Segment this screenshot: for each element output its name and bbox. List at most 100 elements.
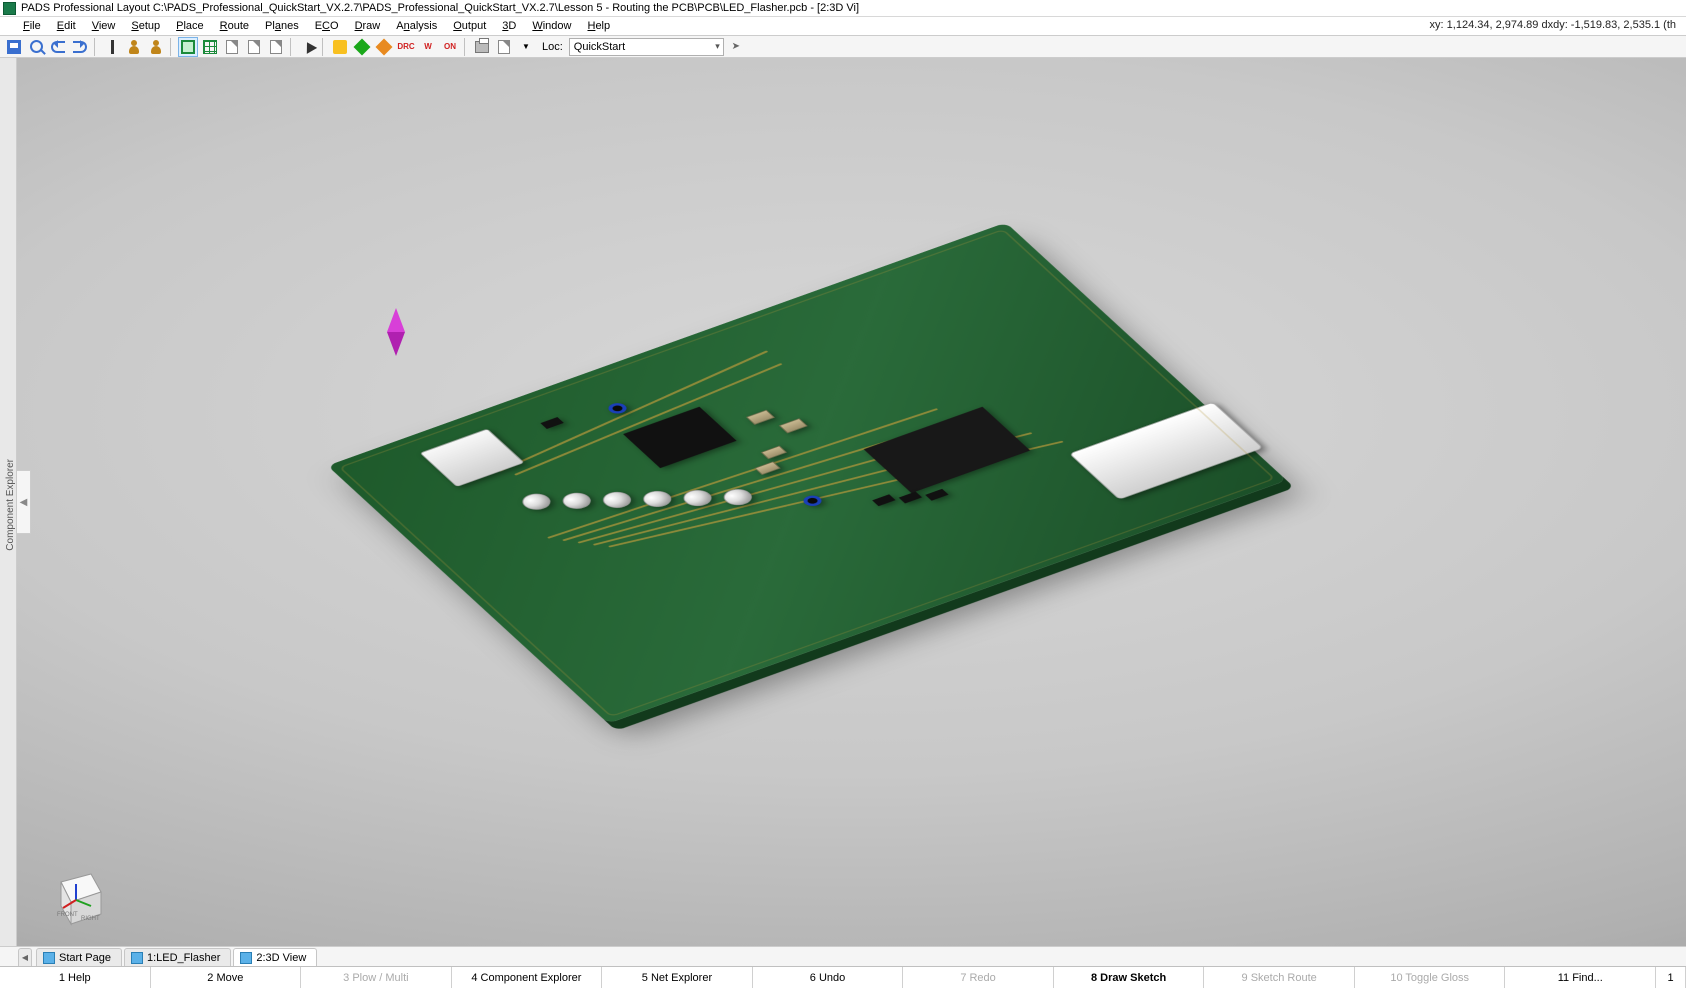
fkey-6-undo[interactable]: 6 Undo — [753, 967, 904, 988]
tab-start-page[interactable]: Start Page — [36, 948, 122, 966]
toolbar-separator — [464, 38, 468, 56]
pointer-icon — [302, 40, 314, 54]
coordinate-readout: xy: 1,124.34, 2,974.89 dxdy: -1,519.83, … — [1426, 18, 1680, 32]
drc-pass-button[interactable] — [352, 37, 372, 57]
drc-off-button[interactable]: DRC — [396, 37, 416, 57]
app-icon — [3, 2, 16, 15]
drc-w-icon: W — [420, 41, 436, 53]
copy-button[interactable] — [222, 37, 242, 57]
led-3d — [598, 489, 637, 511]
title-bar: PADS Professional Layout C:\PADS_Profess… — [0, 0, 1686, 17]
side-tab-label: Component Explorer — [5, 455, 16, 555]
tab-icon — [240, 952, 252, 964]
report-icon — [498, 40, 510, 54]
undo-button[interactable] — [48, 37, 68, 57]
menu-eco[interactable]: ECO — [307, 18, 347, 34]
location-combo[interactable]: QuickStart — [569, 38, 724, 56]
align-left-icon — [248, 40, 260, 54]
toolbar-separator — [94, 38, 98, 56]
tab-icon — [131, 952, 143, 964]
component-explorer-tab[interactable]: Component Explorer — [0, 58, 17, 946]
print-button[interactable] — [472, 37, 492, 57]
find-button[interactable] — [26, 37, 46, 57]
capacitor-3d — [755, 461, 781, 474]
menu-edit[interactable]: Edit — [49, 18, 84, 34]
menu-place[interactable]: Place — [168, 18, 212, 34]
fkey-8-draw-sketch[interactable]: 8 Draw Sketch — [1054, 967, 1205, 988]
part-icon — [128, 40, 140, 54]
grid-icon — [203, 40, 217, 54]
report-dropdown-button[interactable]: ▼ — [516, 37, 536, 57]
left-expand-flap[interactable] — [17, 470, 31, 534]
tab-label: 2:3D View — [256, 952, 306, 964]
menu-view[interactable]: View — [84, 18, 124, 34]
location-value: QuickStart — [574, 41, 625, 53]
tab-scroll-left-button[interactable] — [18, 948, 32, 966]
place-part-add-button[interactable] — [146, 37, 166, 57]
axis-orientation-cube-icon[interactable]: FRONT RIGHT — [41, 862, 111, 932]
resistor-3d — [899, 492, 922, 504]
find-icon — [30, 40, 43, 53]
resistor-3d — [925, 489, 948, 501]
drc-warn-button[interactable] — [374, 37, 394, 57]
orange-diamond-icon — [376, 38, 393, 55]
drc-off-icon: DRC — [398, 41, 414, 53]
print-icon — [475, 41, 489, 53]
fkey-4-component-explorer[interactable]: 4 Component Explorer — [452, 967, 603, 988]
mounting-hole-icon — [800, 494, 825, 508]
canvas-3d[interactable]: FRONT RIGHT — [17, 58, 1686, 946]
fkey-9-sketch-route[interactable]: 9 Sketch Route — [1204, 967, 1355, 988]
menu-file[interactable]: File — [15, 18, 49, 34]
fkey-10-toggle-gloss[interactable]: 10 Toggle Gloss — [1355, 967, 1506, 988]
mounting-hole-icon — [605, 401, 630, 415]
redo-icon — [73, 41, 87, 53]
fkey-1-help[interactable]: 1 Help — [0, 967, 151, 988]
led-3d — [638, 488, 677, 510]
window-title: PADS Professional Layout C:\PADS_Profess… — [21, 2, 859, 14]
go-icon: ➤ — [732, 41, 740, 52]
menu-window[interactable]: Window — [524, 18, 579, 34]
tab-3d-view[interactable]: 2:3D View — [233, 948, 317, 966]
axis-right-label: RIGHT — [81, 916, 100, 922]
tab-icon — [43, 952, 55, 964]
menu-setup[interactable]: Setup — [123, 18, 168, 34]
resistor-3d — [872, 494, 895, 506]
toolbar-separator — [290, 38, 294, 56]
location-go-button[interactable]: ➤ — [726, 37, 746, 57]
align-right-icon — [270, 40, 282, 54]
highlight-button[interactable] — [330, 37, 350, 57]
led-3d — [678, 487, 717, 509]
redo-button[interactable] — [70, 37, 90, 57]
pick-button[interactable] — [102, 37, 122, 57]
menu-output[interactable]: Output — [445, 18, 494, 34]
main-toolbar: DRC W ON ▼ Loc: QuickStart ➤ — [0, 36, 1686, 58]
report-button[interactable] — [494, 37, 514, 57]
menu-3d[interactable]: 3D — [494, 18, 524, 34]
menu-planes[interactable]: Planes — [257, 18, 307, 34]
ic-soic8-3d — [623, 407, 736, 468]
capacitor-3d — [746, 410, 775, 425]
copy-icon — [226, 40, 238, 54]
menu-draw[interactable]: Draw — [347, 18, 389, 34]
drc-on-button[interactable]: ON — [440, 37, 460, 57]
menu-analysis[interactable]: Analysis — [388, 18, 445, 34]
drc-warn2-button[interactable]: W — [418, 37, 438, 57]
menu-route[interactable]: Route — [212, 18, 257, 34]
fkey-11-find[interactable]: 11 Find... — [1505, 967, 1656, 988]
fkey-5-net-explorer[interactable]: 5 Net Explorer — [602, 967, 753, 988]
fkey-3-plow[interactable]: 3 Plow / Multi — [301, 967, 452, 988]
grid-button[interactable] — [200, 37, 220, 57]
align-left-button[interactable] — [244, 37, 264, 57]
chevron-down-icon: ▼ — [522, 42, 530, 51]
menu-help[interactable]: Help — [579, 18, 618, 34]
select-box-button[interactable] — [178, 37, 198, 57]
fkey-7-redo[interactable]: 7 Redo — [903, 967, 1054, 988]
align-right-button[interactable] — [266, 37, 286, 57]
pointer-button[interactable] — [298, 37, 318, 57]
tab-led-flasher[interactable]: 1:LED_Flasher — [124, 948, 231, 966]
capacitor-3d — [761, 446, 787, 459]
fkey-2-move[interactable]: 2 Move — [151, 967, 302, 988]
fkey-12-more[interactable]: 1 — [1656, 967, 1686, 988]
place-part-button[interactable] — [124, 37, 144, 57]
save-button[interactable] — [4, 37, 24, 57]
